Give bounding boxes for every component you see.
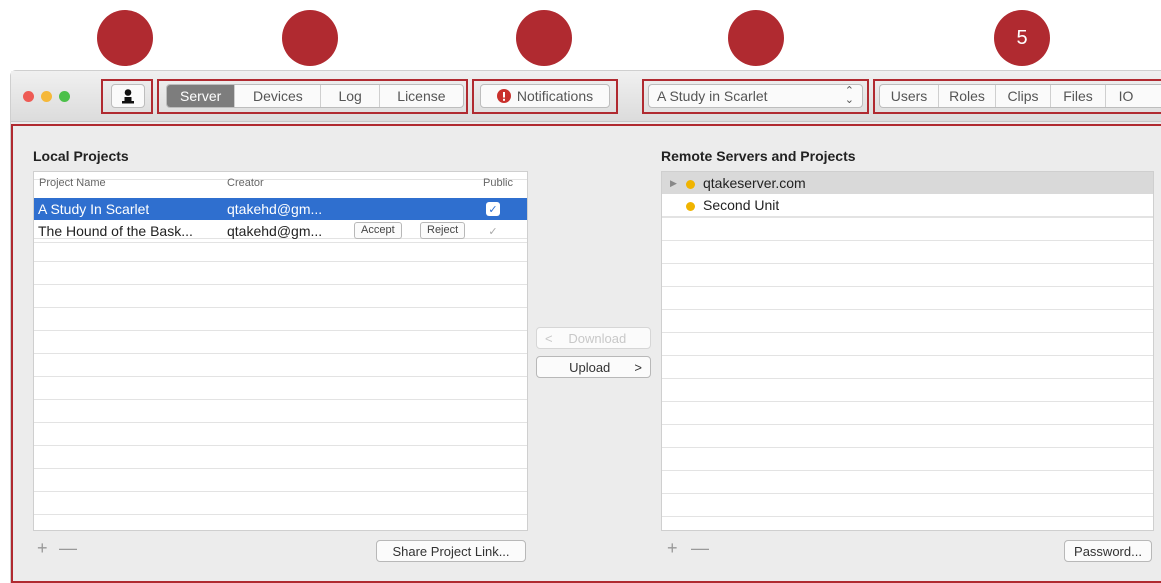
notifications-button[interactable]: Notifications <box>480 84 610 108</box>
remote-servers-title: Remote Servers and Projects <box>661 148 856 164</box>
updown-chevron-icon: ⌃ ⌄ <box>844 85 854 106</box>
status-dot-icon <box>686 201 695 211</box>
column-creator[interactable]: Creator <box>227 172 264 194</box>
tab-roles[interactable]: Roles <box>939 85 996 107</box>
share-project-link-button[interactable]: Share Project Link... <box>376 540 526 562</box>
column-public[interactable]: Public <box>483 172 513 194</box>
local-projects-table: Project Name Creator Public A Study In S… <box>33 171 528 531</box>
download-button[interactable]: < Download <box>536 327 651 349</box>
project-creator: qtakehd@gm... <box>227 223 323 239</box>
chevron-right-icon: > <box>634 359 642 375</box>
minimize-window-button[interactable] <box>41 91 52 102</box>
view-segmented-control: Server Devices Log License <box>166 84 464 108</box>
accept-button[interactable]: Accept <box>354 222 402 239</box>
tab-license[interactable]: License <box>380 85 463 107</box>
notifications-label: Notifications <box>516 88 594 104</box>
project-select[interactable]: A Study in Scarlet ⌃ ⌄ <box>648 84 863 108</box>
reject-button[interactable]: Reject <box>420 222 466 239</box>
column-project-name[interactable]: Project Name <box>39 172 106 194</box>
user-button[interactable] <box>111 84 145 108</box>
marker-5: 5 <box>994 10 1050 66</box>
toolbar: Server Devices Log License Notifications… <box>11 71 1161 122</box>
project-name: A Study In Scarlet <box>38 201 150 217</box>
right-tabs: Users Roles Clips Files IO <box>879 84 1161 108</box>
tab-log[interactable]: Log <box>321 85 380 107</box>
tab-files[interactable]: Files <box>1051 85 1106 107</box>
add-server-button[interactable]: + <box>667 538 678 559</box>
marker-3 <box>516 10 572 66</box>
tab-devices[interactable]: Devices <box>235 85 322 107</box>
tab-io[interactable]: IO <box>1106 85 1146 107</box>
project-item: Second Unit <box>686 194 779 216</box>
alert-icon <box>496 89 511 103</box>
password-button[interactable]: Password... <box>1064 540 1152 562</box>
zoom-window-button[interactable] <box>59 91 70 102</box>
table-row[interactable]: The Hound of the Bask... qtakehd@gm... A… <box>34 220 527 243</box>
public-checkbox[interactable]: ✓ <box>486 224 500 238</box>
marker-1 <box>97 10 153 66</box>
project-select-value: A Study in Scarlet <box>657 88 768 104</box>
chevron-left-icon: < <box>545 330 553 346</box>
remove-server-button[interactable]: — <box>691 538 709 559</box>
local-projects-title: Local Projects <box>33 148 129 164</box>
tab-users[interactable]: Users <box>880 85 939 107</box>
add-project-button[interactable]: + <box>37 538 48 559</box>
marker-2 <box>282 10 338 66</box>
project-name: The Hound of the Bask... <box>38 223 193 239</box>
app-window: Server Devices Log License Notifications… <box>10 70 1161 583</box>
remote-servers-list: ▶ qtakeserver.com Second Unit <box>661 171 1154 531</box>
tab-clips[interactable]: Clips <box>996 85 1051 107</box>
marker-4 <box>728 10 784 66</box>
project-creator: qtakehd@gm... <box>227 201 323 217</box>
public-checkbox[interactable]: ✓ <box>486 202 500 216</box>
server-name: qtakeserver.com <box>686 172 806 194</box>
close-window-button[interactable] <box>23 91 34 102</box>
disclosure-triangle-icon[interactable]: ▶ <box>670 172 677 194</box>
tab-server[interactable]: Server <box>167 85 236 107</box>
download-label: Download <box>568 330 627 346</box>
list-item[interactable]: Second Unit <box>662 194 1153 217</box>
remove-project-button[interactable]: — <box>59 538 77 559</box>
status-dot-icon <box>686 179 695 189</box>
upload-label: Upload <box>569 359 611 375</box>
table-row[interactable]: A Study In Scarlet qtakehd@gm... ✓ <box>34 198 527 220</box>
list-item[interactable]: ▶ qtakeserver.com <box>662 172 1153 194</box>
user-icon <box>122 89 134 104</box>
server-panel: Local Projects Project Name Creator Publ… <box>11 122 1161 583</box>
upload-button[interactable]: Upload > <box>536 356 651 378</box>
